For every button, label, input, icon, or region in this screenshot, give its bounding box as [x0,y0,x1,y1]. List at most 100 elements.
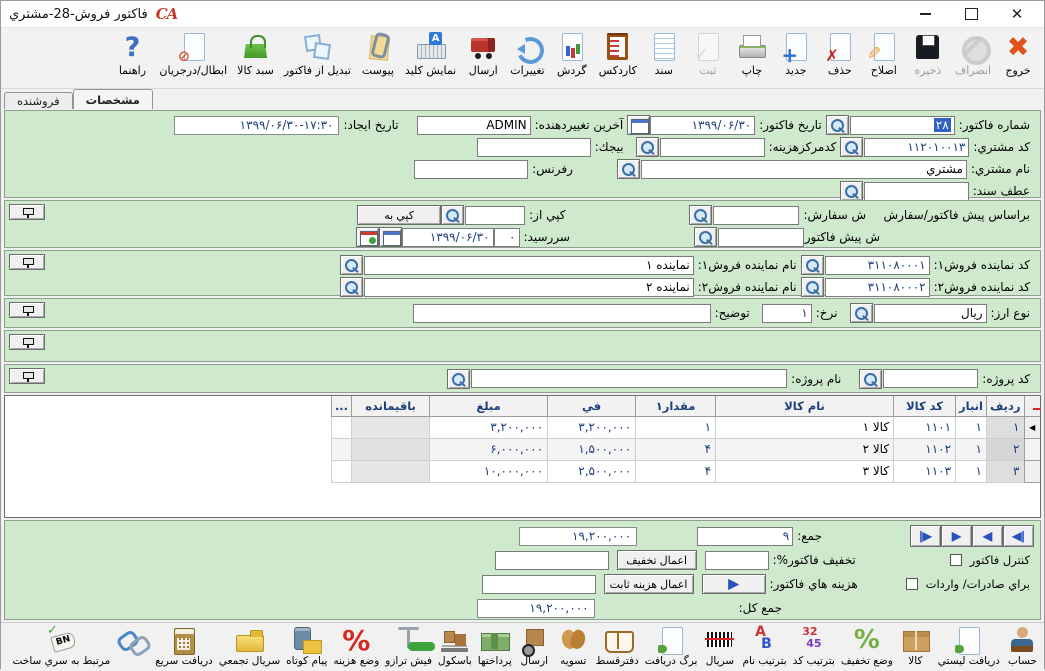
cell-remaining[interactable] [352,438,430,460]
close-icon[interactable]: ✕ [1008,5,1026,23]
customer-name-search-icon[interactable] [617,159,640,179]
toolbar-button-weighbridge[interactable]: باسکول [435,625,475,667]
apply-fixed-cost-button[interactable]: اعمال هزينه ثابت [604,574,694,594]
last-editor-field[interactable]: ADMIN [417,116,531,135]
cost-center-field[interactable] [660,138,765,157]
toolbar-button-sort-by-name[interactable]: بترتيب نام [739,625,789,667]
project-code-field[interactable] [883,369,978,388]
toolbar-button-attachment[interactable]: پيوست [356,31,400,77]
invoice-control-checkbox[interactable] [950,554,962,566]
toolbar-button-turnover[interactable]: گردش [550,31,594,77]
due-days-field[interactable]: ۰ [494,228,520,247]
toolbar-button-new[interactable]: جديد [774,31,818,77]
items-table[interactable]: رديف انبار کد کالا نام کالا مقدار۱ في مب… [331,396,1040,483]
customer-name-field[interactable]: مشتري [641,160,967,179]
col-amount[interactable]: مبلغ [430,396,548,416]
toolbar-button-sms[interactable]: پيام کوتاه [283,625,330,667]
cell-item-code[interactable]: ۱۱۰۲ [894,438,956,460]
grid-filter-icon[interactable] [1024,396,1040,416]
cell-store[interactable]: ۱ [956,460,987,482]
invoice-number-search-icon[interactable] [826,115,849,135]
col-store[interactable]: انبار [956,396,987,416]
copy-from-field[interactable] [465,206,525,225]
toolbar-button-print[interactable]: چاپ [730,31,774,77]
nav-next-record-icon[interactable] [941,525,972,547]
toolbar-button-goods-basket[interactable]: سبد کالا [232,31,279,77]
cell-unit-price[interactable]: ۳,۲۰۰,۰۰۰ [548,416,636,438]
cell-more[interactable] [331,438,351,460]
invoice-date-field[interactable]: ۱۳۹۹/۰۶/۳۰ [650,116,755,135]
toolbar-button-installment-book[interactable]: دفترقسط [593,625,642,667]
due-date-calendar-today-icon[interactable] [356,227,379,247]
invoice-number-field[interactable]: ۲۸ [850,116,955,135]
doc-ref-field[interactable] [864,182,969,201]
toolbar-button-list-receive[interactable]: دريافت ليستي [935,625,1003,667]
due-date-field[interactable]: ۱۳۹۹/۰۶/۳۰ [402,228,494,247]
pin-icon[interactable] [9,254,45,270]
toolbar-button-delete[interactable]: حذف [818,31,862,77]
toolbar-button-discount-status[interactable]: وضع تخفيف [838,625,896,667]
toolbar-button-show-keys[interactable]: نمايش کليد [400,31,461,77]
cell-qty[interactable]: ۴ [636,438,716,460]
toolbar-button-post[interactable]: ثبت [686,31,730,77]
table-row[interactable]: ۳ ۱ ۱۱۰۳ کالا ۳ ۴ ۲,۵۰۰,۰۰۰ ۱۰,۰۰۰,۰۰۰ [331,460,1040,482]
toolbar-button-save[interactable]: ذخيره [906,31,950,77]
toolbar-button-edit[interactable]: اصلاح [862,31,906,77]
toolbar-button-cancel[interactable]: انصراف [950,31,996,77]
toolbar-button-batch-series[interactable]: مرتبط به سري ساخت [10,625,114,667]
toolbar-button-chain-link[interactable] [113,625,152,655]
col-more[interactable]: ... [331,396,351,416]
invoice-date-calendar-icon[interactable] [627,115,650,135]
fixed-cost-amount-field[interactable] [482,575,596,594]
toolbar-button-dispatch[interactable]: ارسال [515,625,554,667]
project-name-search-icon[interactable] [447,369,470,389]
tab-specifications[interactable]: مشخصات [73,89,153,109]
pin-icon[interactable] [9,368,45,384]
cell-item-code[interactable]: ۱۱۰۳ [894,460,956,482]
cell-remaining[interactable] [352,416,430,438]
cell-amount[interactable]: ۳,۲۰۰,۰۰۰ [430,416,548,438]
pin-icon[interactable] [9,204,45,220]
nav-first-record-icon[interactable] [1003,525,1034,547]
cell-store[interactable]: ۱ [956,416,987,438]
cell-row[interactable]: ۲ [986,438,1024,460]
row-selector[interactable]: ◀ [1024,416,1040,438]
col-qty[interactable]: مقدار۱ [636,396,716,416]
cost-center-search-icon[interactable] [636,137,659,157]
discount-amount-field[interactable] [495,551,609,570]
cell-amount[interactable]: ۱۰,۰۰۰,۰۰۰ [430,460,548,482]
toolbar-button-send[interactable]: ارسال [461,31,505,77]
toolbar-button-voucher[interactable]: سند [642,31,686,77]
cell-item-name[interactable]: کالا ۳ [716,460,894,482]
rep1-name-search-icon[interactable] [340,255,363,275]
col-row[interactable]: رديف [986,396,1024,416]
rep2-name-search-icon[interactable] [340,277,363,297]
export-import-checkbox[interactable] [906,578,918,590]
rep1-code-search-icon[interactable] [801,255,824,275]
col-unit-price[interactable]: في [548,396,636,416]
row-selector[interactable] [1024,438,1040,460]
rate-field[interactable]: ۱ [762,304,812,323]
doc-ref-search-icon[interactable] [840,181,863,201]
currency-field[interactable]: ريال [874,304,987,323]
cell-unit-price[interactable]: ۲,۵۰۰,۰۰۰ [548,460,636,482]
apply-discount-button[interactable]: اعمال تخفيف [617,550,697,570]
proforma-no-search-icon[interactable] [694,227,717,247]
nav-last-record-icon[interactable] [910,525,941,547]
tab-seller[interactable]: فروشنده [4,92,73,109]
cell-store[interactable]: ۱ [956,438,987,460]
cell-unit-price[interactable]: ۱,۵۰۰,۰۰۰ [548,438,636,460]
rep1-code-field[interactable]: ۳۱۱۰۸۰۰۰۱ [825,256,930,275]
due-date-calendar-icon[interactable] [379,227,402,247]
table-row[interactable]: ۲ ۱ ۱۱۰۲ کالا ۲ ۴ ۱,۵۰۰,۰۰۰ ۶,۰۰۰,۰۰۰ [331,438,1040,460]
toolbar-button-cardex[interactable]: کاردکس [594,31,642,77]
cell-row[interactable]: ۱ [986,416,1024,438]
copy-to-button[interactable]: کپي به [357,205,441,225]
toolbar-button-serial[interactable]: سريال [700,625,739,667]
toolbar-button-sort-by-code[interactable]: بترتيب کد [790,625,838,667]
toolbar-button-payments[interactable]: پرداختها [475,625,515,667]
maximize-icon[interactable] [962,5,980,23]
cell-qty[interactable]: ۴ [636,460,716,482]
col-item-name[interactable]: نام کالا [716,396,894,416]
order-no-field[interactable] [713,206,799,225]
